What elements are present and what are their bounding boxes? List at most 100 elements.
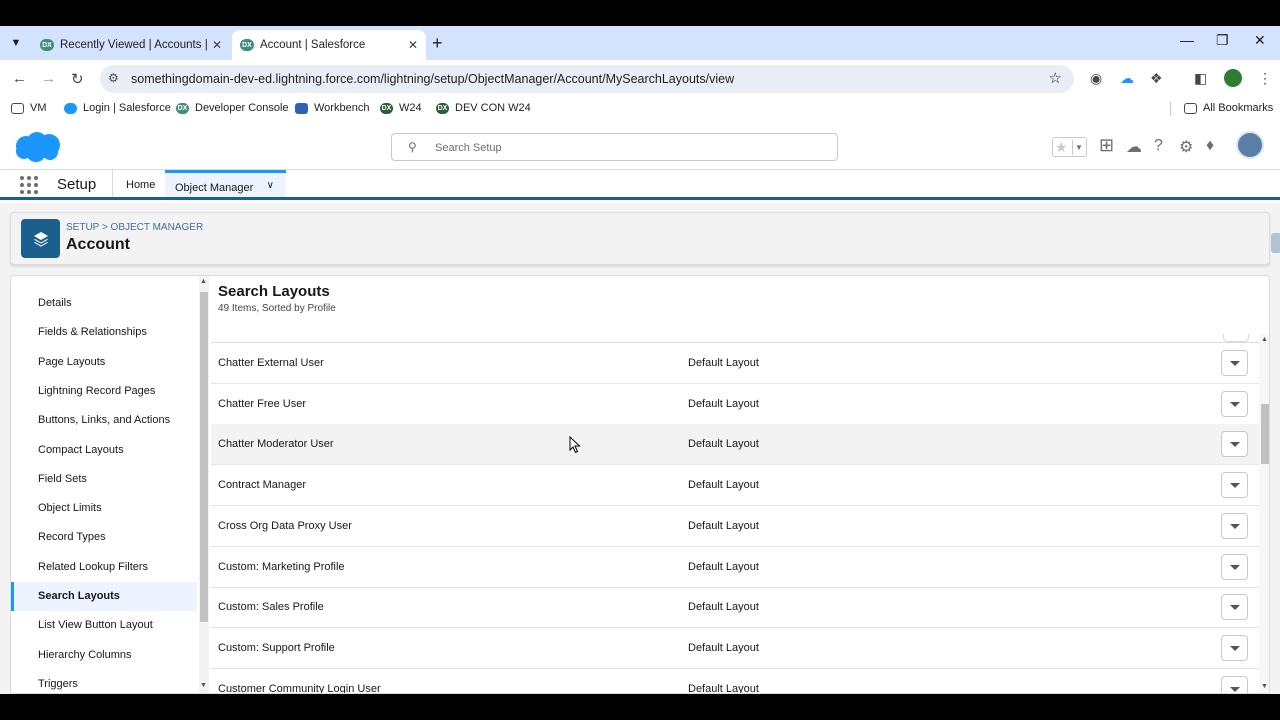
- close-window-icon[interactable]: ✕: [1254, 32, 1266, 49]
- site-info-icon[interactable]: ⚙: [108, 71, 119, 85]
- bookmark-label: VM: [30, 102, 47, 114]
- sidebar-item-lightning-record-pages[interactable]: Lightning Record Pages: [11, 377, 197, 406]
- list-scrollbar[interactable]: ▲ ▼: [1259, 334, 1269, 693]
- table-row: Chatter External User Default Layout: [211, 343, 1259, 384]
- object-detail-panel: Details Fields & Relationships Page Layout…: [10, 275, 1270, 694]
- bookmarks-bar: VM Login | Salesforce DX Developer Conso…: [0, 98, 1280, 122]
- forward-arrow-icon[interactable]: →: [41, 70, 56, 87]
- sidebar-scrollbar[interactable]: ▲ ▼: [199, 276, 209, 693]
- sidebar-item-list-view-button-layout[interactable]: List View Button Layout: [11, 611, 197, 640]
- close-icon[interactable]: ✕: [212, 38, 222, 52]
- breadcrumb[interactable]: SETUP > OBJECT MANAGER: [66, 222, 203, 233]
- row-actions-button[interactable]: [1221, 390, 1248, 417]
- camera-icon[interactable]: ◉: [1090, 70, 1102, 87]
- scroll-down-icon[interactable]: ▼: [200, 682, 207, 689]
- sidebar-item-triggers[interactable]: Triggers: [11, 670, 197, 693]
- scroll-up-icon[interactable]: ▲: [200, 278, 207, 285]
- row-actions-button[interactable]: [1221, 431, 1248, 458]
- sidebar-item-page-layouts[interactable]: Page Layouts: [11, 348, 197, 377]
- profile-avatar-icon[interactable]: [1224, 69, 1242, 87]
- sidebar-item-hierarchy-columns[interactable]: Hierarchy Columns: [11, 641, 197, 670]
- user-avatar-icon[interactable]: [1236, 131, 1264, 159]
- chevron-down-icon: [1230, 442, 1240, 448]
- notifications-bell-icon[interactable]: ♦: [1206, 137, 1214, 155]
- all-bookmarks[interactable]: All Bookmarks: [1184, 102, 1273, 114]
- row-actions-button[interactable]: [1221, 634, 1248, 661]
- more-menu-icon[interactable]: ⋮: [1258, 70, 1272, 87]
- sidebar-item-buttons-links-and-actions[interactable]: Buttons, Links, and Actions: [11, 406, 197, 435]
- sidebar-item-object-limits[interactable]: Object Limits: [11, 494, 197, 523]
- table-row: Custom: Marketing Profile Default Layout: [211, 547, 1259, 588]
- setup-navigation-bar: Setup Home Object Manager ∨: [0, 170, 1280, 200]
- side-panel-icon[interactable]: ◧: [1194, 70, 1207, 87]
- restore-icon[interactable]: ❐: [1216, 32, 1229, 49]
- layout-name: Default Layout: [688, 479, 759, 492]
- browser-toolbar: ← → ↻ ⚙ somethingdomain-dev-ed.lightning…: [0, 60, 1280, 98]
- mouse-cursor-icon: [569, 436, 581, 454]
- sidebar-item-related-lookup-filters[interactable]: Related Lookup Filters: [11, 553, 197, 582]
- extensions-puzzle-icon[interactable]: ❖: [1150, 70, 1163, 87]
- chevron-down-icon[interactable]: ▼: [1072, 140, 1085, 155]
- bookmark-label: Login | Salesforce: [83, 102, 171, 114]
- page-title: Account: [66, 236, 130, 253]
- sidebar-item-details[interactable]: Details: [11, 289, 197, 318]
- profile-name: Custom: Support Profile: [218, 641, 335, 654]
- scroll-up-icon[interactable]: ▲: [1261, 336, 1268, 343]
- bookmark-workbench[interactable]: Workbench: [295, 102, 369, 114]
- nav-tab-object-manager[interactable]: Object Manager ∨: [165, 170, 286, 197]
- bookmark-label: Workbench: [314, 102, 370, 114]
- minimize-icon[interactable]: —: [1180, 32, 1194, 48]
- dx-icon: DX: [436, 102, 449, 114]
- reload-icon[interactable]: ↻: [71, 70, 84, 88]
- bookmark-login-salesforce[interactable]: Login | Salesforce: [64, 102, 171, 114]
- nav-tab-home[interactable]: Home: [112, 170, 168, 197]
- tab-search-icon[interactable]: ▼: [6, 33, 26, 53]
- sidebar-item-compact-layouts[interactable]: Compact Layouts: [11, 436, 197, 465]
- row-actions-button[interactable]: [1221, 553, 1248, 580]
- trailhead-icon[interactable]: ☁: [1126, 137, 1142, 157]
- bookmark-dev-con-w24[interactable]: DX DEV CON W24: [436, 102, 531, 114]
- row-actions-button[interactable]: [1221, 594, 1248, 621]
- row-actions-button[interactable]: [1221, 675, 1248, 693]
- sidebar-item-search-layouts[interactable]: Search Layouts: [11, 582, 197, 611]
- row-actions-button[interactable]: [1221, 472, 1248, 499]
- salesforce-logo-icon[interactable]: [12, 130, 62, 164]
- bookmark-vm[interactable]: VM: [11, 102, 47, 114]
- help-icon[interactable]: ?: [1154, 137, 1163, 155]
- bookmark-label: Developer Console: [195, 102, 289, 114]
- scrollbar-thumb[interactable]: [1261, 404, 1269, 464]
- chevron-down-icon[interactable]: ∨: [267, 180, 274, 192]
- profile-name: Custom: Marketing Profile: [218, 560, 345, 573]
- url-text[interactable]: somethingdomain-dev-ed.lightning.force.c…: [131, 72, 734, 86]
- layout-name: Default Layout: [688, 560, 759, 573]
- panel-handle[interactable]: [1271, 233, 1280, 253]
- global-actions-icon[interactable]: ⊞: [1099, 135, 1114, 156]
- back-arrow-icon[interactable]: ←: [12, 70, 27, 87]
- folder-icon: [11, 102, 24, 114]
- folder-icon: [1184, 102, 1197, 114]
- row-actions-button[interactable]: [1221, 512, 1248, 539]
- sidebar-item-fields-relationships[interactable]: Fields & Relationships: [11, 318, 197, 347]
- layout-name: Default Layout: [688, 357, 759, 369]
- profile-name: Cross Org Data Proxy User: [218, 519, 352, 532]
- setup-gear-icon[interactable]: ⚙: [1179, 137, 1193, 157]
- bookmark-star-icon[interactable]: ☆: [1049, 69, 1062, 87]
- row-actions-button[interactable]: [1221, 350, 1248, 376]
- search-setup-input[interactable]: ⚲ Search Setup: [391, 133, 838, 161]
- new-tab-icon[interactable]: +: [432, 33, 443, 54]
- favorites-button[interactable]: ★ ▼: [1052, 137, 1087, 157]
- layout-name: Default Layout: [688, 438, 759, 451]
- scroll-down-icon[interactable]: ▼: [1261, 683, 1268, 690]
- close-icon[interactable]: ✕: [408, 38, 418, 52]
- browser-tab-account[interactable]: DX Account | Salesforce ✕: [232, 30, 426, 60]
- app-launcher-icon[interactable]: [20, 176, 38, 194]
- bookmark-w24[interactable]: DX W24: [380, 102, 422, 114]
- profile-name: Chatter Free User: [218, 397, 307, 410]
- address-bar[interactable]: ⚙ somethingdomain-dev-ed.lightning.force…: [100, 65, 1074, 93]
- salesforce-extension-icon[interactable]: ☁: [1120, 70, 1134, 87]
- scrollbar-thumb[interactable]: [200, 292, 208, 622]
- sidebar-item-field-sets[interactable]: Field Sets: [11, 465, 197, 494]
- bookmark-developer-console[interactable]: DX Developer Console: [176, 102, 289, 114]
- browser-tab-recent-accounts[interactable]: DX Recently Viewed | Accounts | Sa ✕: [32, 30, 230, 60]
- sidebar-item-record-types[interactable]: Record Types: [11, 523, 197, 552]
